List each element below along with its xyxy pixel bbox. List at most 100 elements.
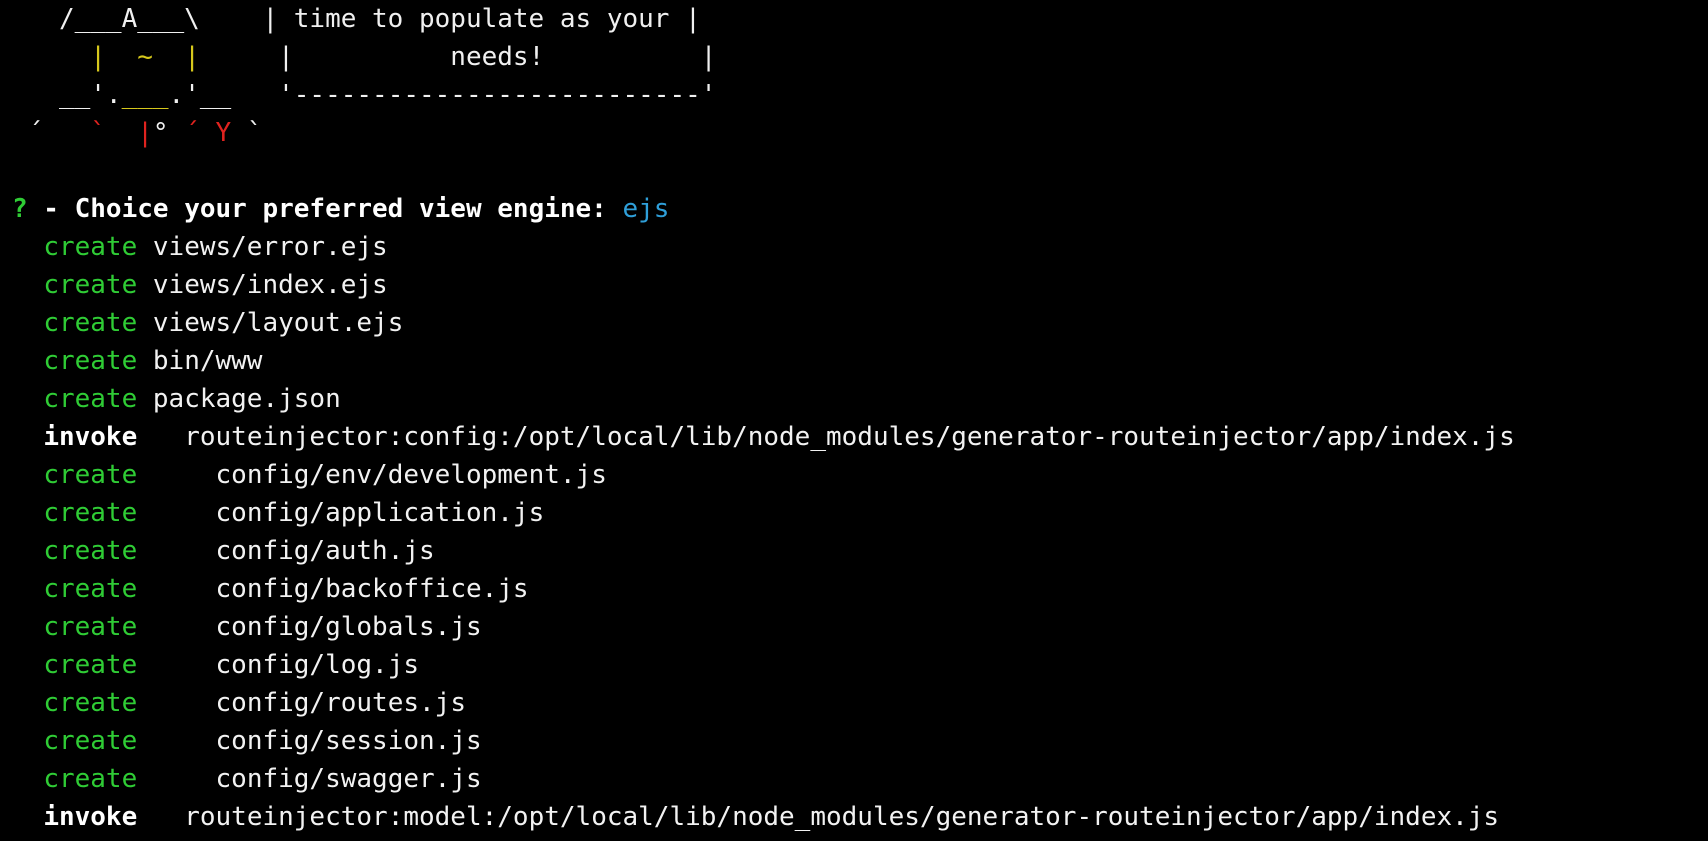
log-path: config/env/development.js xyxy=(215,460,607,490)
log-gap xyxy=(137,460,215,490)
log-path: config/routes.js xyxy=(215,688,466,718)
log-gap xyxy=(137,270,153,300)
log-action-create: create xyxy=(43,650,138,680)
log-indent xyxy=(12,650,43,680)
log-indent xyxy=(12,384,43,414)
log-action-create: create xyxy=(43,384,138,414)
log-path: bin/www xyxy=(152,346,263,376)
log-gap xyxy=(137,498,215,528)
ascii-art-face-right: | xyxy=(152,42,279,72)
log-action-create: create xyxy=(43,346,138,376)
log-indent xyxy=(12,308,43,338)
log-indent xyxy=(12,346,43,376)
log-action-invoke: invoke xyxy=(43,422,138,452)
log-action-create: create xyxy=(43,308,138,338)
log-action-create: create xyxy=(43,460,138,490)
log-action-create: create xyxy=(43,270,138,300)
log-line: create config/env/development.js xyxy=(12,456,1708,494)
log-indent xyxy=(12,612,43,642)
log-line: create views/error.ejs xyxy=(12,228,1708,266)
log-line: create config/application.js xyxy=(12,494,1708,532)
banner-line-3: __'.___.'__ '--------------------------' xyxy=(12,76,1708,114)
speech-bubble-bottom: '--------------------------' xyxy=(278,80,717,110)
log-indent xyxy=(12,270,43,300)
ascii-art-arms-left: ´ xyxy=(12,118,91,148)
log-indent xyxy=(12,726,43,756)
log-action-create: create xyxy=(43,574,138,604)
log-path: config/swagger.js xyxy=(215,764,482,794)
log-action-create: create xyxy=(43,726,138,756)
ascii-art-body-bar: | xyxy=(137,118,153,148)
log-gap xyxy=(137,232,153,262)
terminal-window[interactable]: /___A___\ | time to populate as your | |… xyxy=(0,0,1708,841)
log-action-create: create xyxy=(43,498,138,528)
log-action-create: create xyxy=(43,688,138,718)
log-gap xyxy=(137,802,184,832)
log-gap xyxy=(137,346,153,376)
log-line: invoke routeinjector:model:/opt/local/li… xyxy=(12,798,1708,836)
log-line: create views/index.ejs xyxy=(12,266,1708,304)
log-line: create config/session.js xyxy=(12,722,1708,760)
speech-bubble-text: | time to populate as your | xyxy=(262,4,701,34)
log-gap xyxy=(137,308,153,338)
log-line: create package.json xyxy=(12,380,1708,418)
ascii-art-tick: ` xyxy=(90,118,138,148)
log-gap xyxy=(137,688,215,718)
log-action-create: create xyxy=(43,612,138,642)
log-gap xyxy=(137,650,215,680)
log-action-invoke: invoke xyxy=(43,802,138,832)
log-indent xyxy=(12,574,43,604)
log-line: create config/routes.js xyxy=(12,684,1708,722)
log-path: config/backoffice.js xyxy=(215,574,529,604)
log-line: create bin/www xyxy=(12,342,1708,380)
log-indent xyxy=(12,422,43,452)
ascii-art-face-left: | xyxy=(12,42,138,72)
log-indent xyxy=(12,232,43,262)
log-path: config/globals.js xyxy=(215,612,482,642)
ascii-art-mouth: ~ xyxy=(137,42,153,72)
log-gap xyxy=(137,612,215,642)
log-line: create config/backoffice.js xyxy=(12,570,1708,608)
banner-line-1: /___A___\ | time to populate as your | xyxy=(12,0,1708,38)
output-log: create views/error.ejs create views/inde… xyxy=(12,228,1708,836)
banner-line-4: ´ ` |° ´ Y ` xyxy=(12,114,1708,152)
prompt-line: ? - Choice your preferred view engine: e… xyxy=(12,190,1708,228)
ascii-art-degree: ° xyxy=(152,118,185,148)
log-path: views/error.ejs xyxy=(152,232,388,262)
prompt-marker: ? xyxy=(12,194,28,224)
log-gap xyxy=(137,726,215,756)
prompt-question: - Choice your preferred view engine: xyxy=(27,194,623,224)
log-gap xyxy=(137,574,215,604)
log-indent xyxy=(12,498,43,528)
log-line: create config/log.js xyxy=(12,646,1708,684)
log-path: config/application.js xyxy=(215,498,545,528)
log-line: create config/auth.js xyxy=(12,532,1708,570)
log-path: config/auth.js xyxy=(215,536,435,566)
prompt-answer: ejs xyxy=(622,194,670,224)
log-indent xyxy=(12,802,43,832)
ascii-art-body-y: ´ Y xyxy=(184,118,232,148)
log-line: create views/layout.ejs xyxy=(12,304,1708,342)
log-path: routeinjector:config:/opt/local/lib/node… xyxy=(184,422,1515,452)
ascii-art-hat: /___A___\ xyxy=(12,4,263,34)
log-path: config/session.js xyxy=(215,726,482,756)
log-indent xyxy=(12,460,43,490)
log-gap xyxy=(137,764,215,794)
log-line: create config/globals.js xyxy=(12,608,1708,646)
log-line: create config/swagger.js xyxy=(12,760,1708,798)
log-action-create: create xyxy=(43,536,138,566)
speech-bubble-text: | needs! | xyxy=(278,42,717,72)
ascii-art-arms-right: ` xyxy=(231,118,263,148)
log-path: package.json xyxy=(152,384,341,414)
banner-line-2: | ~ | | needs! | xyxy=(12,38,1708,76)
log-path: routeinjector:model:/opt/local/lib/node_… xyxy=(184,802,1500,832)
ascii-art-collar-left: __'. xyxy=(12,80,122,110)
log-path: views/index.ejs xyxy=(152,270,388,300)
log-path: config/log.js xyxy=(215,650,420,680)
log-gap xyxy=(137,536,215,566)
ascii-art-collar-right: .'__ xyxy=(168,80,279,110)
log-action-create: create xyxy=(43,764,138,794)
log-indent xyxy=(12,764,43,794)
log-path: views/layout.ejs xyxy=(152,308,404,338)
